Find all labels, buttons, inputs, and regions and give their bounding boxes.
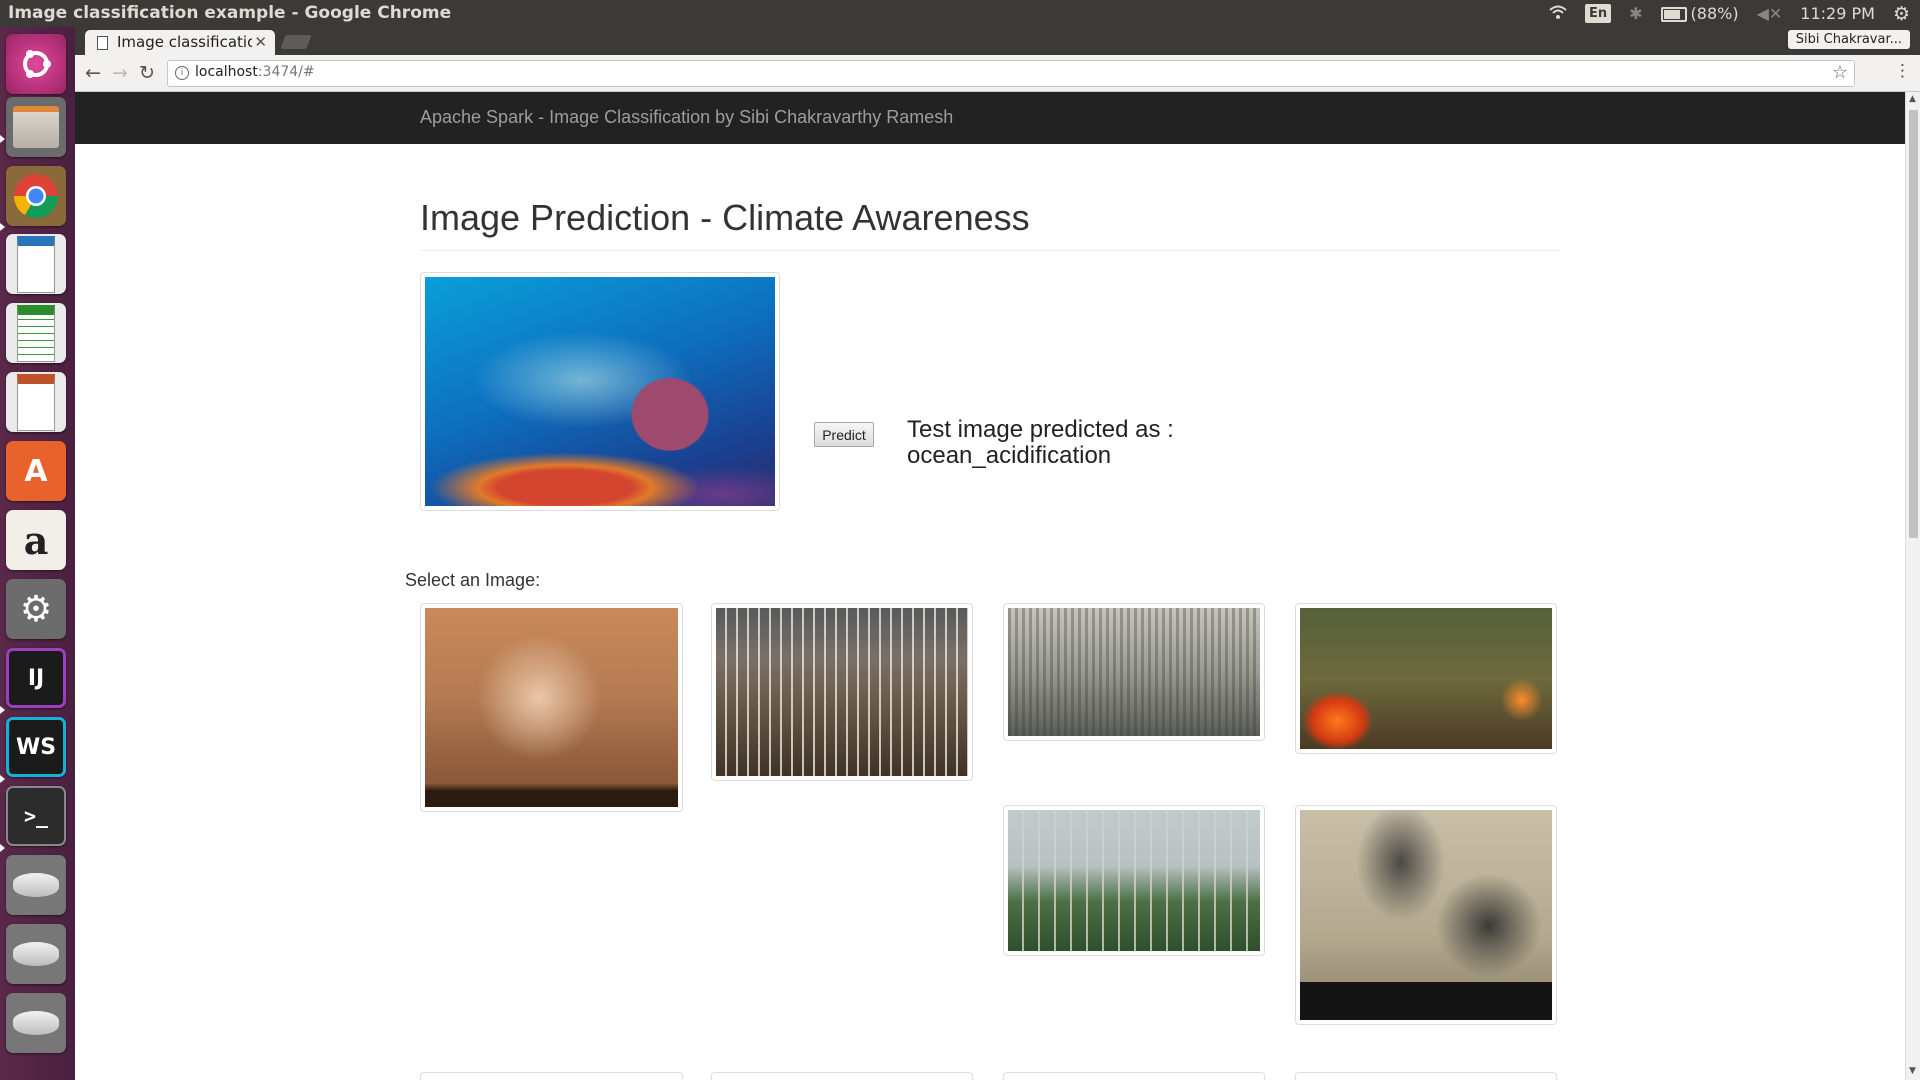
running-indicator	[0, 706, 5, 714]
files-icon[interactable]	[6, 97, 66, 157]
gallery-image[interactable]	[711, 603, 973, 781]
gallery-image[interactable]	[420, 603, 683, 812]
gallery-image[interactable]	[711, 1072, 973, 1080]
page-viewport: Apache Spark - Image Classification by S…	[75, 92, 1905, 1080]
dying-pine-forest-image	[1008, 810, 1260, 951]
url-host: localhost	[195, 64, 258, 80]
forest-fire-image	[1300, 608, 1552, 749]
gallery-image[interactable]	[1295, 1072, 1557, 1080]
dash-home-icon[interactable]	[6, 34, 66, 94]
top-navbar: Apache Spark - Image Classification by S…	[75, 92, 1905, 144]
test-image	[420, 272, 780, 511]
running-indicator	[0, 135, 5, 143]
gallery-image[interactable]	[1003, 1072, 1265, 1080]
libreoffice-writer-icon[interactable]	[6, 234, 66, 294]
libreoffice-calc-icon[interactable]	[6, 303, 66, 363]
running-indicator	[0, 775, 5, 783]
running-indicator	[0, 223, 5, 231]
prediction-result: Test image predicted as : ocean_acidific…	[907, 417, 1174, 469]
scroll-up-icon[interactable]: ▲	[1909, 94, 1916, 104]
back-icon[interactable]: ←	[85, 62, 101, 84]
terminal-icon[interactable]: >_	[6, 786, 66, 846]
address-bar[interactable]: i localhost:3474/# ☆	[167, 60, 1855, 87]
system-settings-icon[interactable]: ⚙	[6, 579, 66, 639]
tab-strip: Image classificatio ✕ Sibi Chakravar...	[75, 27, 1920, 55]
clock[interactable]: 11:29 PM	[1800, 4, 1875, 23]
battery-indicator[interactable]: (88%)	[1660, 4, 1739, 23]
gear-icon[interactable]: ⚙	[1893, 3, 1910, 25]
bookmark-star-icon[interactable]: ☆	[1832, 62, 1848, 83]
info-icon[interactable]: i	[175, 66, 189, 80]
chrome-menu-icon[interactable]: ⋮	[1894, 61, 1911, 81]
select-image-label: Select an Image:	[405, 570, 541, 590]
drive-icon[interactable]	[6, 993, 66, 1053]
tab-active[interactable]: Image classificatio ✕	[85, 30, 275, 55]
keyboard-layout-indicator[interactable]: En	[1584, 4, 1612, 23]
software-center-icon[interactable]: A	[6, 441, 66, 501]
libreoffice-impress-icon[interactable]	[6, 372, 66, 432]
navbar-brand[interactable]: Apache Spark - Image Classification by S…	[420, 107, 953, 128]
gallery-image[interactable]	[420, 1072, 683, 1080]
url-text: localhost:3474/#	[195, 64, 315, 80]
drive-icon[interactable]	[6, 855, 66, 915]
polluted-city-image	[1008, 608, 1260, 736]
result-prefix: Test image predicted as :	[907, 416, 1174, 443]
battery-percent: (88%)	[1690, 4, 1739, 23]
scrollbar-thumb[interactable]	[1909, 110, 1918, 538]
url-path: :3474/#	[257, 64, 315, 80]
system-indicators: En ✱ (88%) ◀✕ 11:29 PM ⚙	[1549, 0, 1910, 27]
dead-forest-mountains-image	[716, 608, 968, 776]
scroll-down-icon[interactable]: ▼	[1909, 1066, 1916, 1076]
page-scrollbar[interactable]: ▲ ▼	[1905, 92, 1920, 1080]
chrome-icon[interactable]	[6, 166, 66, 226]
page-title: Image Prediction - Climate Awareness	[420, 197, 1030, 238]
amazon-icon[interactable]: a	[6, 510, 66, 570]
running-indicator	[0, 844, 5, 852]
tab-title: Image classificatio	[117, 33, 252, 51]
new-tab-button[interactable]	[280, 35, 312, 49]
gallery-image[interactable]	[1295, 805, 1557, 1025]
battery-icon	[1660, 7, 1687, 22]
reload-icon[interactable]: ↻	[139, 62, 155, 84]
wifi-icon[interactable]	[1549, 4, 1567, 23]
predict-button[interactable]: Predict	[814, 422, 874, 447]
profile-button[interactable]: Sibi Chakravar...	[1787, 30, 1910, 49]
webstorm-icon[interactable]: WS	[6, 717, 66, 777]
gallery-image[interactable]	[1003, 603, 1265, 741]
factory-chimney-smoke-image	[1300, 810, 1552, 1020]
gallery-image[interactable]	[1295, 603, 1557, 754]
drive-icon[interactable]	[6, 924, 66, 984]
gallery-image[interactable]	[1003, 805, 1265, 956]
page-icon	[97, 36, 108, 50]
power-plant-smoke-image	[425, 608, 678, 807]
window-title: Image classification example - Google Ch…	[8, 3, 452, 23]
browser-toolbar: ← → ↻ i localhost:3474/# ☆ ⋮	[75, 55, 1920, 92]
unity-launcher: A a ⚙ IJ WS >_	[0, 27, 76, 1080]
volume-muted-icon[interactable]: ◀✕	[1757, 4, 1783, 23]
bluetooth-icon[interactable]: ✱	[1629, 4, 1642, 23]
intellij-icon[interactable]: IJ	[6, 648, 66, 708]
forward-icon[interactable]: →	[112, 62, 128, 84]
tab-close-icon[interactable]: ✕	[254, 33, 267, 51]
result-value: ocean_acidification	[907, 442, 1112, 469]
coral-reef-image	[425, 277, 775, 506]
divider	[420, 250, 1560, 251]
system-top-panel: Image classification example - Google Ch…	[0, 0, 1920, 27]
